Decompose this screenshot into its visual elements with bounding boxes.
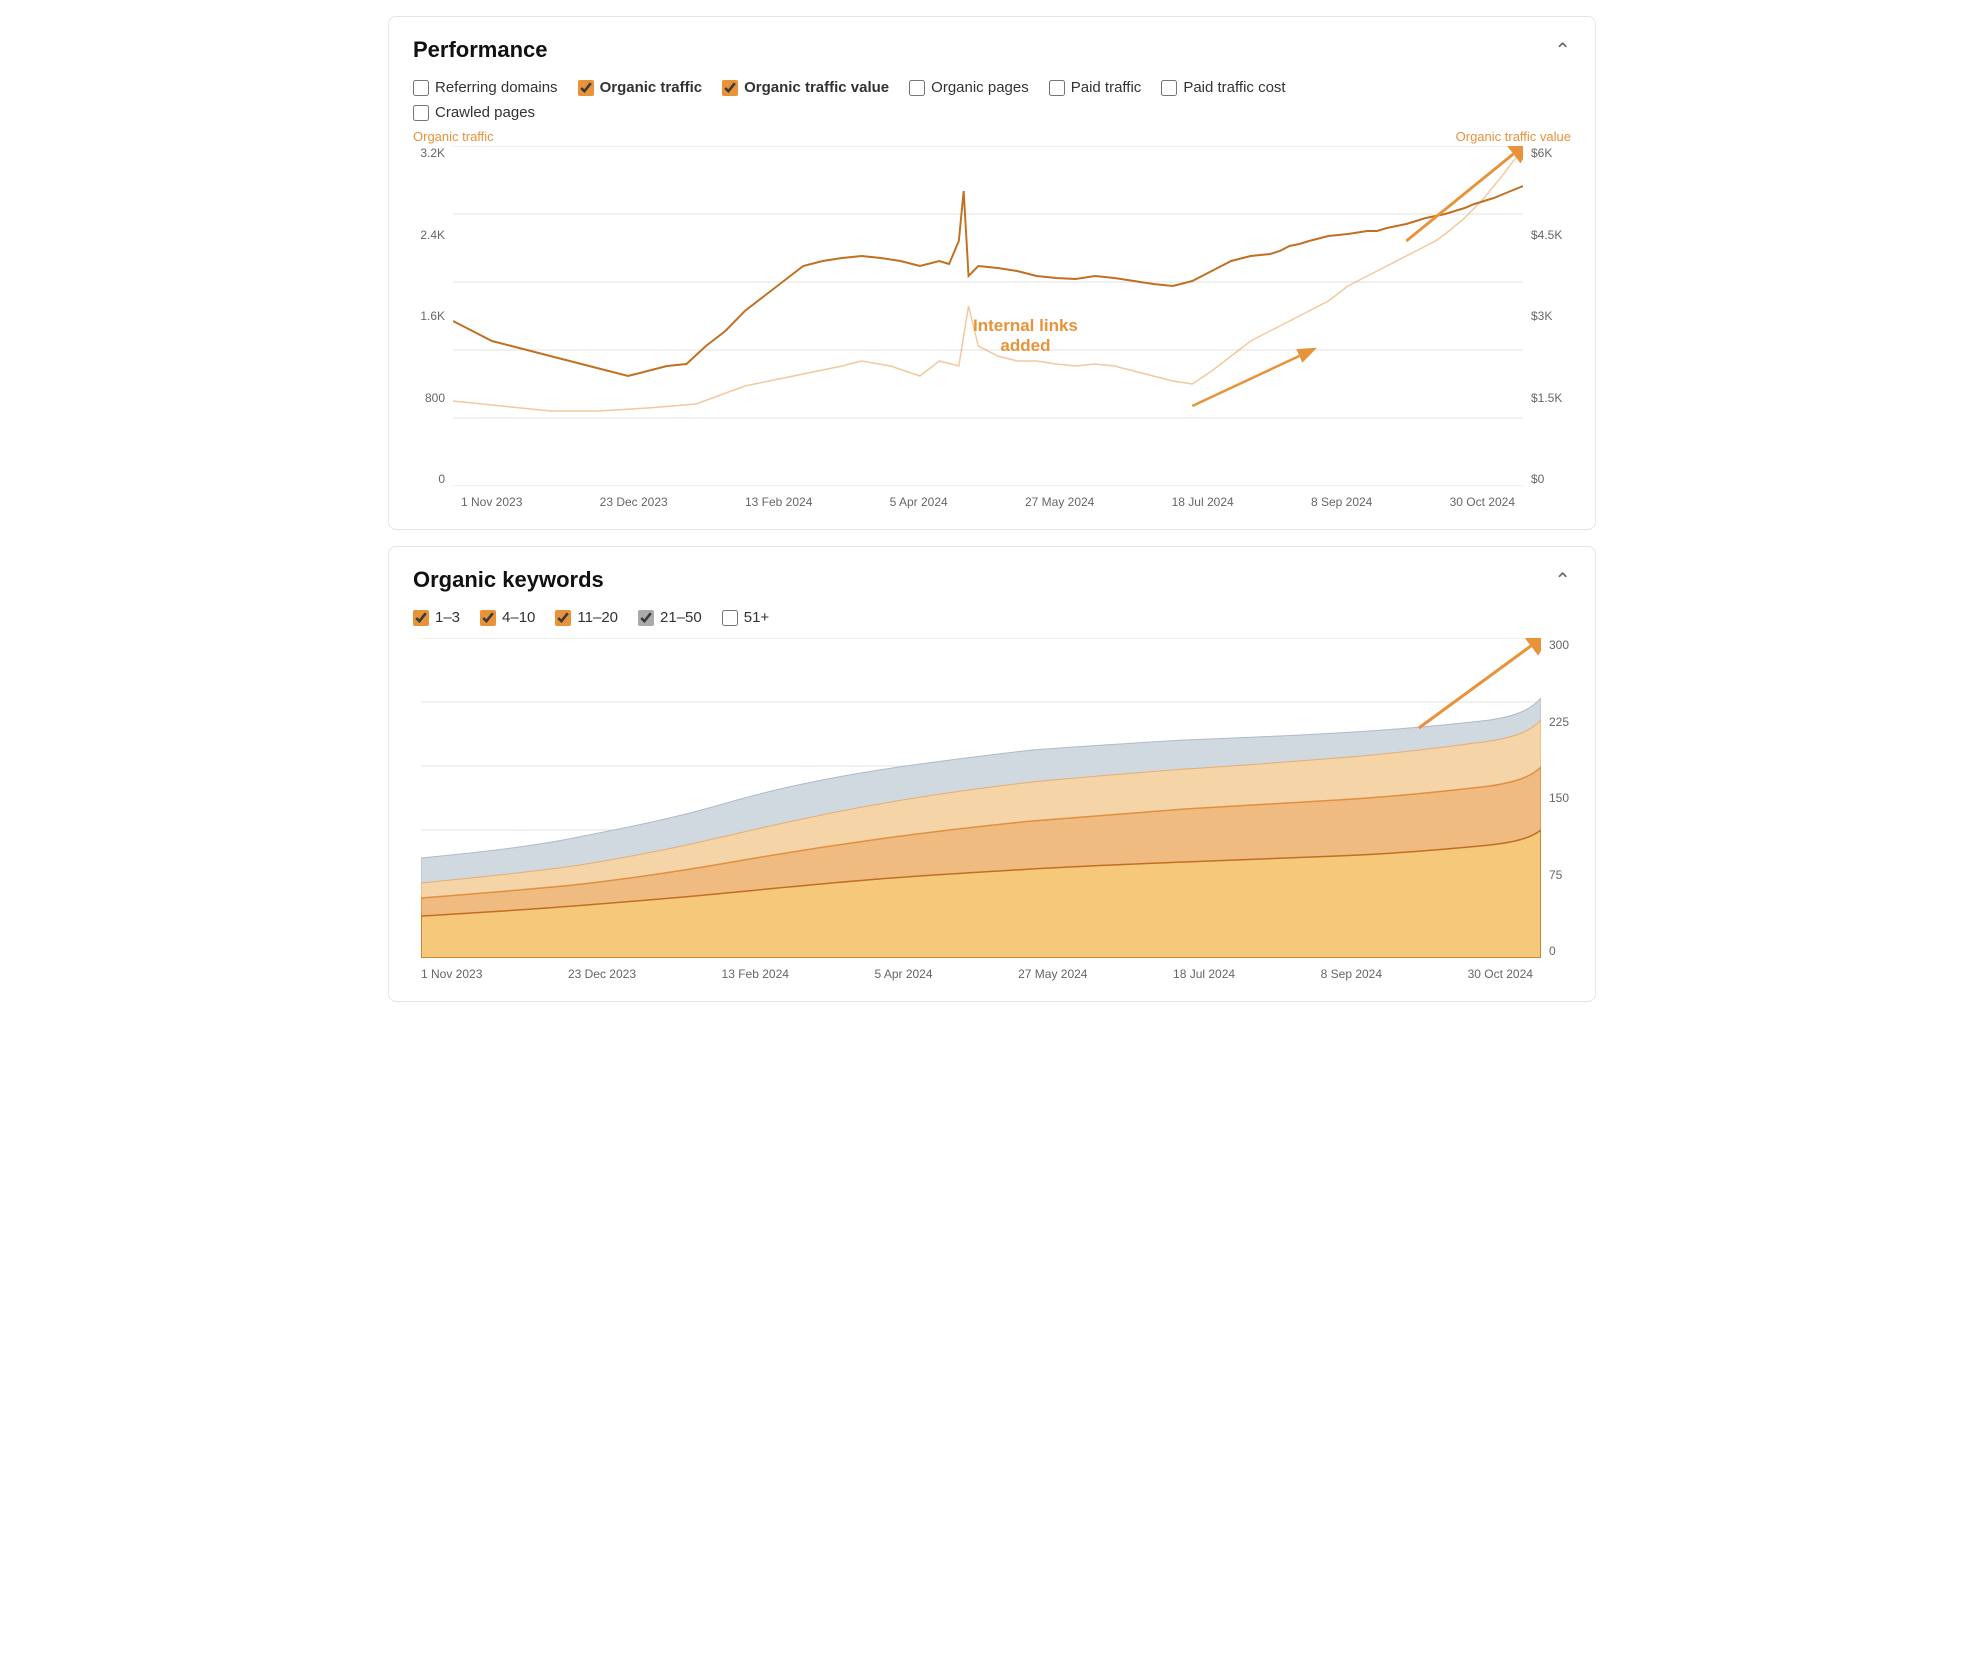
x-label-4: 27 May 2024 [1025, 495, 1094, 509]
kw-checkbox-21-50[interactable]: 21–50 [638, 609, 702, 626]
kw-svg-container [421, 638, 1541, 963]
y-left-3200: 3.2K [413, 146, 445, 160]
checkbox-paid-traffic-label: Paid traffic [1071, 79, 1142, 96]
kw-x-label-2: 13 Feb 2024 [722, 967, 789, 981]
annotation-label: Internal linksadded [973, 316, 1078, 357]
x-label-7: 30 Oct 2024 [1450, 495, 1515, 509]
y-right-3k: $3K [1531, 309, 1571, 323]
checkbox-organic-traffic-value-label: Organic traffic value [744, 79, 889, 96]
y-axis-right: $6K $4.5K $3K $1.5K $0 [1523, 146, 1571, 486]
checkbox-crawled-pages-input[interactable] [413, 105, 429, 121]
kw-label-1-3: 1–3 [435, 609, 460, 626]
checkbox-referring-domains[interactable]: Referring domains [413, 79, 558, 96]
kw-y-0: 0 [1549, 944, 1571, 958]
y-left-1600: 1.6K [413, 309, 445, 323]
kw-checkbox-51plus[interactable]: 51+ [722, 609, 769, 626]
x-label-2: 13 Feb 2024 [745, 495, 812, 509]
checkbox-organic-traffic[interactable]: Organic traffic [578, 79, 703, 96]
kw-y-axis-right: 300 225 150 75 0 [1541, 638, 1571, 958]
chart-left-label: Organic traffic [413, 129, 494, 144]
kw-label-51plus: 51+ [744, 609, 769, 626]
kw-checkbox-4-10-input[interactable] [480, 610, 496, 626]
performance-checkboxes-row1: Referring domains Organic traffic Organi… [413, 79, 1571, 96]
kw-x-label-3: 5 Apr 2024 [874, 967, 932, 981]
organic-keywords-collapse-icon[interactable]: ⌃ [1554, 568, 1571, 593]
checkbox-referring-domains-label: Referring domains [435, 79, 558, 96]
checkbox-crawled-pages[interactable]: Crawled pages [413, 104, 535, 121]
kw-label-11-20: 11–20 [577, 609, 618, 626]
performance-svg-container: Internal linksadded [453, 146, 1523, 491]
kw-y-150: 150 [1549, 791, 1571, 805]
kw-checkbox-4-10[interactable]: 4–10 [480, 609, 535, 626]
performance-chart-wrapper: 3.2K 2.4K 1.6K 800 0 [413, 146, 1571, 491]
kw-chart-svg [421, 638, 1541, 958]
kw-checkbox-11-20-input[interactable] [555, 610, 571, 626]
y-left-2400: 2.4K [413, 228, 445, 242]
y-axis-left: 3.2K 2.4K 1.6K 800 0 [413, 146, 453, 486]
kw-y-300: 300 [1549, 638, 1571, 652]
x-label-3: 5 Apr 2024 [890, 495, 948, 509]
performance-chart-area: Organic traffic Organic traffic value 3.… [413, 129, 1571, 509]
x-label-6: 8 Sep 2024 [1311, 495, 1372, 509]
chart-axis-labels-top: Organic traffic Organic traffic value [413, 129, 1571, 144]
performance-checkboxes-row2: Crawled pages [413, 104, 1571, 121]
kw-checkboxes-row: 1–3 4–10 11–20 21–50 51+ [413, 609, 1571, 626]
x-label-0: 1 Nov 2023 [461, 495, 522, 509]
kw-y-225: 225 [1549, 715, 1571, 729]
kw-checkbox-21-50-input[interactable] [638, 610, 654, 626]
performance-section: Performance ⌃ Referring domains Organic … [388, 16, 1596, 530]
annotation-arrow-line [1192, 356, 1299, 406]
checkbox-organic-traffic-value[interactable]: Organic traffic value [722, 79, 889, 96]
organic-keywords-title: Organic keywords [413, 567, 604, 593]
kw-checkbox-11-20[interactable]: 11–20 [555, 609, 618, 626]
x-label-1: 23 Dec 2023 [600, 495, 668, 509]
checkbox-paid-traffic-cost-input[interactable] [1161, 80, 1177, 96]
checkbox-organic-pages-label: Organic pages [931, 79, 1029, 96]
organic-keywords-section: Organic keywords ⌃ 1–3 4–10 11–20 21–50 … [388, 546, 1596, 1002]
kw-checkbox-51plus-input[interactable] [722, 610, 738, 626]
kw-x-label-7: 30 Oct 2024 [1468, 967, 1533, 981]
checkbox-paid-traffic-cost-label: Paid traffic cost [1183, 79, 1285, 96]
checkbox-organic-traffic-value-input[interactable] [722, 80, 738, 96]
organic-keywords-header: Organic keywords ⌃ [413, 567, 1571, 593]
chart-right-label: Organic traffic value [1456, 129, 1571, 144]
checkbox-organic-traffic-label: Organic traffic [600, 79, 703, 96]
kw-label-21-50: 21–50 [660, 609, 702, 626]
x-label-5: 18 Jul 2024 [1172, 495, 1234, 509]
kw-chart-wrapper: 300 225 150 75 0 [413, 638, 1571, 963]
y-left-0: 0 [413, 472, 445, 486]
checkbox-crawled-pages-label: Crawled pages [435, 104, 535, 121]
checkbox-organic-pages-input[interactable] [909, 80, 925, 96]
checkbox-paid-traffic-cost[interactable]: Paid traffic cost [1161, 79, 1285, 96]
checkbox-paid-traffic[interactable]: Paid traffic [1049, 79, 1142, 96]
kw-x-label-0: 1 Nov 2023 [421, 967, 482, 981]
y-right-1500: $1.5K [1531, 391, 1571, 405]
kw-x-label-1: 23 Dec 2023 [568, 967, 636, 981]
kw-x-label-6: 8 Sep 2024 [1321, 967, 1382, 981]
kw-x-label-4: 27 May 2024 [1018, 967, 1087, 981]
checkbox-organic-pages[interactable]: Organic pages [909, 79, 1029, 96]
kw-checkbox-1-3[interactable]: 1–3 [413, 609, 460, 626]
checkbox-organic-traffic-input[interactable] [578, 80, 594, 96]
performance-header: Performance ⌃ [413, 37, 1571, 63]
y-right-4500: $4.5K [1531, 228, 1571, 242]
kw-y-75: 75 [1549, 868, 1571, 882]
kw-x-label-5: 18 Jul 2024 [1173, 967, 1235, 981]
kw-y-left-spacer [413, 638, 421, 963]
y-left-800: 800 [413, 391, 445, 405]
organic-keywords-chart-area: 300 225 150 75 0 1 Nov 2023 23 Dec 2023 … [413, 638, 1571, 981]
kw-checkbox-1-3-input[interactable] [413, 610, 429, 626]
performance-collapse-icon[interactable]: ⌃ [1554, 38, 1571, 63]
kw-label-4-10: 4–10 [502, 609, 535, 626]
checkbox-paid-traffic-input[interactable] [1049, 80, 1065, 96]
performance-title: Performance [413, 37, 548, 63]
y-right-6k: $6K [1531, 146, 1571, 160]
y-right-0: $0 [1531, 472, 1571, 486]
checkbox-referring-domains-input[interactable] [413, 80, 429, 96]
